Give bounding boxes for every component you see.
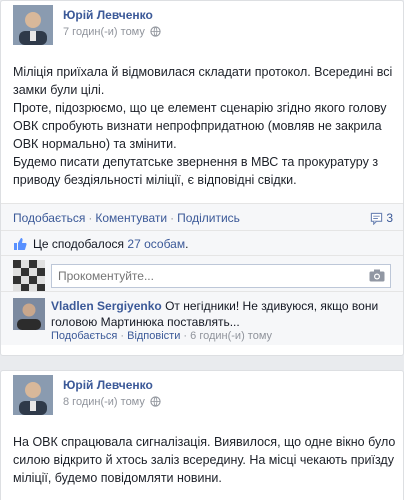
post-body: Міліція приїхала й відмовилася складати … bbox=[13, 63, 397, 189]
thumbs-up-icon bbox=[14, 238, 27, 250]
globe-icon bbox=[150, 396, 161, 410]
post-actions-bar: Подобається · Коментувати · Поділитись 3 bbox=[1, 203, 403, 233]
post-time[interactable]: 7 годин(-и) тому bbox=[63, 26, 145, 38]
author-avatar[interactable] bbox=[13, 375, 53, 415]
likes-suffix: . bbox=[185, 237, 189, 251]
post-body: На ОВК спрацювала сигналізація. Виявилос… bbox=[13, 433, 397, 487]
comment-reply-link[interactable]: Відповісти bbox=[127, 330, 180, 342]
current-user-avatar bbox=[13, 260, 45, 292]
comment-count-value: 3 bbox=[386, 211, 393, 225]
post-header: Юрій Левченко 8 годин(-и) тому bbox=[13, 375, 393, 415]
post-paragraph: Проте, підозрюємо, що це елемент сценарі… bbox=[13, 101, 387, 151]
comment-bubble-icon bbox=[371, 212, 383, 226]
share-link[interactable]: Поділитись bbox=[177, 211, 240, 225]
post-paragraph: Міліція приїхала й відмовилася складати … bbox=[13, 65, 393, 97]
post-paragraph: На ОВК спрацювала сигналізація. Виявилос… bbox=[13, 435, 396, 485]
like-link[interactable]: Подобається bbox=[13, 211, 85, 225]
author-name-link[interactable]: Юрій Левченко bbox=[63, 378, 153, 392]
comment-link[interactable]: Коментувати bbox=[95, 211, 167, 225]
post: Юрій Левченко 7 годин(-и) тому Міліція п… bbox=[0, 0, 404, 356]
post-meta: 7 годин(-и) тому bbox=[63, 26, 161, 40]
comment-body: Vladlen Sergiyenko От негідники! Не здив… bbox=[51, 298, 391, 330]
likes-row: Це сподобалося 27 особам. bbox=[1, 230, 403, 258]
author-name-link[interactable]: Юрій Левченко bbox=[63, 8, 153, 22]
likes-prefix: Це сподобалося bbox=[33, 237, 125, 251]
commenter-avatar[interactable] bbox=[13, 298, 45, 330]
comment-count[interactable]: 3 bbox=[370, 204, 393, 232]
author-avatar[interactable] bbox=[13, 5, 53, 45]
comment-meta: Подобається · Відповісти · 6 годин(-и) т… bbox=[51, 330, 273, 342]
comment-input[interactable] bbox=[51, 264, 391, 288]
comment: Vladlen Sergiyenko От негідники! Не здив… bbox=[1, 291, 403, 345]
camera-icon[interactable] bbox=[369, 269, 385, 285]
comment-input-row bbox=[1, 255, 403, 292]
globe-icon bbox=[150, 26, 161, 40]
post-time[interactable]: 8 годин(-и) тому bbox=[63, 396, 145, 408]
comment-like-link[interactable]: Подобається bbox=[51, 330, 117, 342]
comment-time[interactable]: 6 годин(-и) тому bbox=[190, 330, 272, 342]
likes-count-link[interactable]: 27 особам bbox=[127, 237, 185, 251]
post: Юрій Левченко 8 годин(-и) тому На ОВК сп… bbox=[0, 370, 404, 500]
post-header: Юрій Левченко 7 годин(-и) тому bbox=[13, 5, 393, 45]
comment-author-link[interactable]: Vladlen Sergiyenko bbox=[51, 299, 162, 313]
post-meta: 8 годин(-и) тому bbox=[63, 396, 161, 410]
post-paragraph: Будемо писати депутатське звернення в МВ… bbox=[13, 155, 379, 187]
